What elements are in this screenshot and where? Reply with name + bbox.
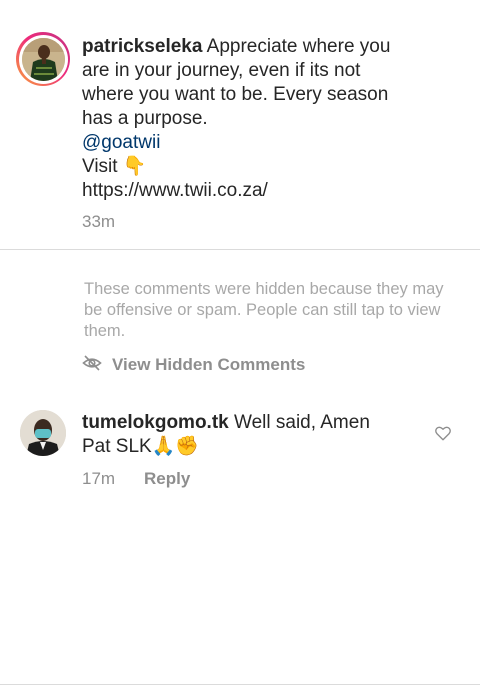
caption-text: patrickseleka Appreciate where you are i… <box>82 35 462 203</box>
caption-line-1: Appreciate where you <box>206 36 391 57</box>
eye-slash-icon <box>82 355 102 371</box>
bottom-divider <box>0 684 480 685</box>
heart-outline-icon[interactable] <box>434 424 452 442</box>
comment-text: tumelokgomo.tk Well said, Amen Pat SLK🙏✊ <box>82 411 422 459</box>
caption-link[interactable]: https://www.twii.co.za/ <box>82 179 462 203</box>
caption-mention[interactable]: @goatwii <box>82 131 462 155</box>
caption-line-4: has a purpose. <box>82 108 208 129</box>
caption-timestamp: 33m <box>82 212 116 231</box>
comment-username[interactable]: tumelokgomo.tk <box>82 412 229 433</box>
reply-button[interactable]: Reply <box>144 469 190 489</box>
comment-line-2: Pat SLK🙏✊ <box>82 436 200 457</box>
comment-timestamp: 17m <box>82 469 116 488</box>
divider <box>0 249 480 250</box>
person-photo-icon <box>20 410 66 456</box>
post-caption: patrickseleka Appreciate where you are i… <box>0 0 480 250</box>
view-hidden-comments-button[interactable]: View Hidden Comments <box>112 355 305 375</box>
avatar-photo <box>21 37 65 81</box>
caption-username[interactable]: patrickseleka <box>82 36 202 57</box>
avatar-ring-inner <box>18 34 68 84</box>
caption-line-3: where you want to be. Every season <box>82 84 389 105</box>
comment-line-1: Well said, Amen <box>234 412 370 433</box>
caption-line-2: are in your journey, even if its not <box>82 60 361 81</box>
caption-visit: Visit 👇 <box>82 156 147 177</box>
hidden-comments-notice: These comments were hidden because they … <box>84 280 444 340</box>
caption-avatar[interactable] <box>16 32 70 86</box>
person-photo-icon <box>21 37 65 81</box>
comment-avatar[interactable] <box>20 410 66 456</box>
